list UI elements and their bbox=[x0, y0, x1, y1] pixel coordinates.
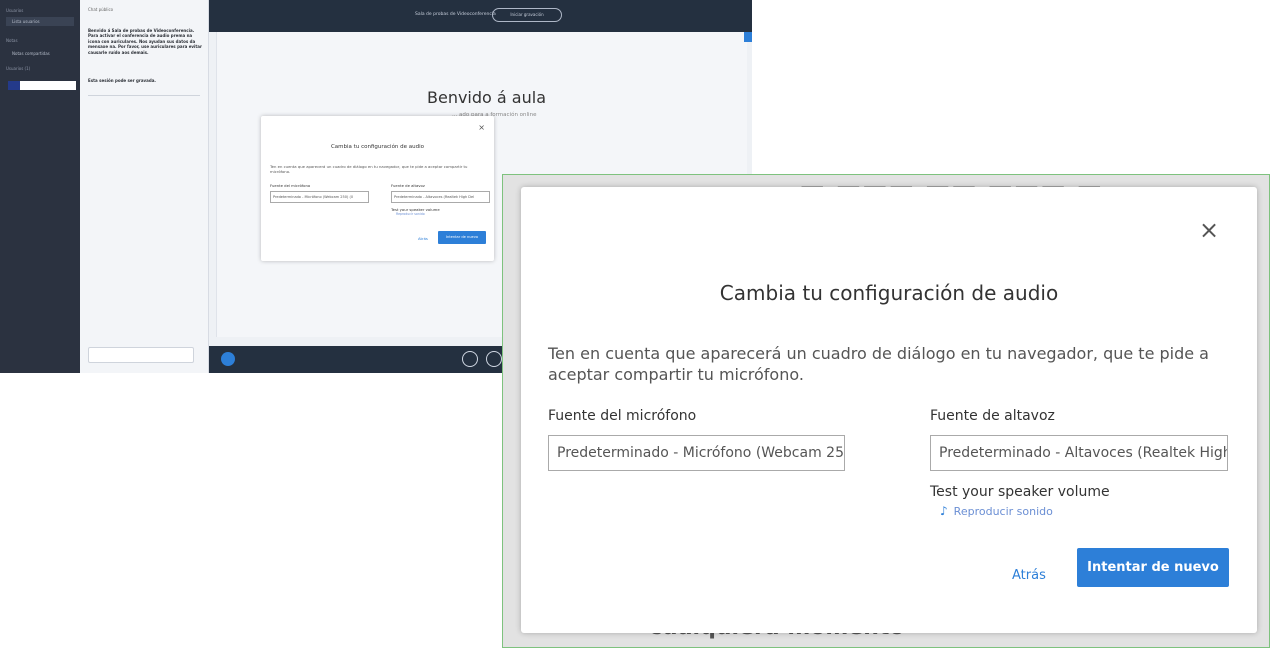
speaker-select[interactable]: Predeterminado - Altavoces (Realtek High… bbox=[930, 435, 1228, 471]
close-icon[interactable]: × bbox=[1199, 218, 1219, 242]
section-notes: Notas bbox=[6, 38, 18, 43]
speaker-label: Fuente de altavoz bbox=[391, 183, 425, 188]
back-button[interactable]: Atrás bbox=[418, 236, 428, 241]
audio-toggle-button[interactable] bbox=[486, 351, 502, 367]
zoomed-screenshot: ▬ ▬▬▬ ▬▬ ▬▬▬ ▬ cualquiera momento × Camb… bbox=[502, 174, 1270, 648]
dialog-title: Cambia tu configuración de audio bbox=[330, 144, 425, 150]
play-sound-link[interactable]: Reproducir sonido bbox=[396, 212, 425, 216]
presentation-toolbar-toggle[interactable] bbox=[744, 32, 752, 42]
mic-label: Fuente del micrófono bbox=[548, 408, 697, 424]
section-participants: Usuarios bbox=[6, 8, 24, 13]
dialog-description: Ten en cuenta que aparecerá un cuadro de… bbox=[270, 164, 468, 174]
audio-settings-dialog: × Cambia tu configuración de audio Ten e… bbox=[521, 187, 1257, 633]
dialog-description: Ten en cuenta que aparecerá un cuadro de… bbox=[548, 344, 1209, 384]
microphone-toggle-button[interactable] bbox=[462, 351, 478, 367]
plus-icon[interactable] bbox=[221, 352, 235, 366]
chat-recording-note: Esta sesión pode ser gravada. bbox=[88, 78, 156, 83]
presentation-heading: Benvido á aula bbox=[427, 88, 546, 107]
mic-select[interactable]: Predeterminado - Micrófono (Webcam 250) … bbox=[270, 191, 369, 203]
speaker-label: Fuente de altavoz bbox=[930, 408, 1055, 424]
speaker-icon: ♪ bbox=[940, 504, 948, 518]
chat-input[interactable] bbox=[88, 347, 194, 363]
play-sound-link[interactable]: ♪ Reproducir sonido bbox=[940, 504, 1053, 518]
retry-button[interactable]: Intentar de nuevo bbox=[1077, 548, 1229, 587]
audio-settings-dialog-small: × Cambia tu configuración de audio Ten e… bbox=[261, 116, 494, 261]
mic-label: Fuente del micrófono bbox=[270, 183, 311, 188]
user-list-item[interactable] bbox=[8, 81, 76, 90]
dialog-title: Cambia tu configuración de audio bbox=[719, 281, 1059, 305]
divider bbox=[88, 95, 200, 96]
retry-button[interactable]: Intentar de nuevo bbox=[438, 231, 486, 244]
sidebar-item-notes[interactable]: Notas compartidas bbox=[12, 51, 50, 56]
room-title: Sala de probas de Videoconferencia bbox=[415, 12, 496, 17]
play-sound-label: Reproducir sonido bbox=[953, 505, 1053, 518]
record-button[interactable]: Iniciar gravación bbox=[492, 8, 562, 22]
mic-select[interactable]: Predeterminado - Micrófono (Webcam 250) … bbox=[548, 435, 845, 471]
speaker-select[interactable]: Predeterminado - Altavoces (Realtek High… bbox=[391, 191, 490, 203]
close-icon[interactable]: × bbox=[478, 123, 485, 132]
sidebar-item-users-label: Lista usuarios bbox=[12, 19, 40, 24]
chat-welcome-message: Benvido á Sala de probas de Videoconfere… bbox=[88, 28, 202, 55]
back-button[interactable]: Atrás bbox=[1012, 568, 1046, 583]
test-volume-label: Test your speaker volume bbox=[930, 484, 1110, 500]
chat-panel: Chat público Benvido á Sala de probas de… bbox=[80, 0, 209, 373]
top-bar: Sala de probas de Videoconferencia Inici… bbox=[209, 0, 752, 32]
chat-header[interactable]: Chat público bbox=[88, 7, 113, 12]
users-sidebar: Usuarios Lista usuarios Notas Notas comp… bbox=[0, 0, 80, 373]
section-users: Usuarios (1) bbox=[6, 66, 31, 71]
